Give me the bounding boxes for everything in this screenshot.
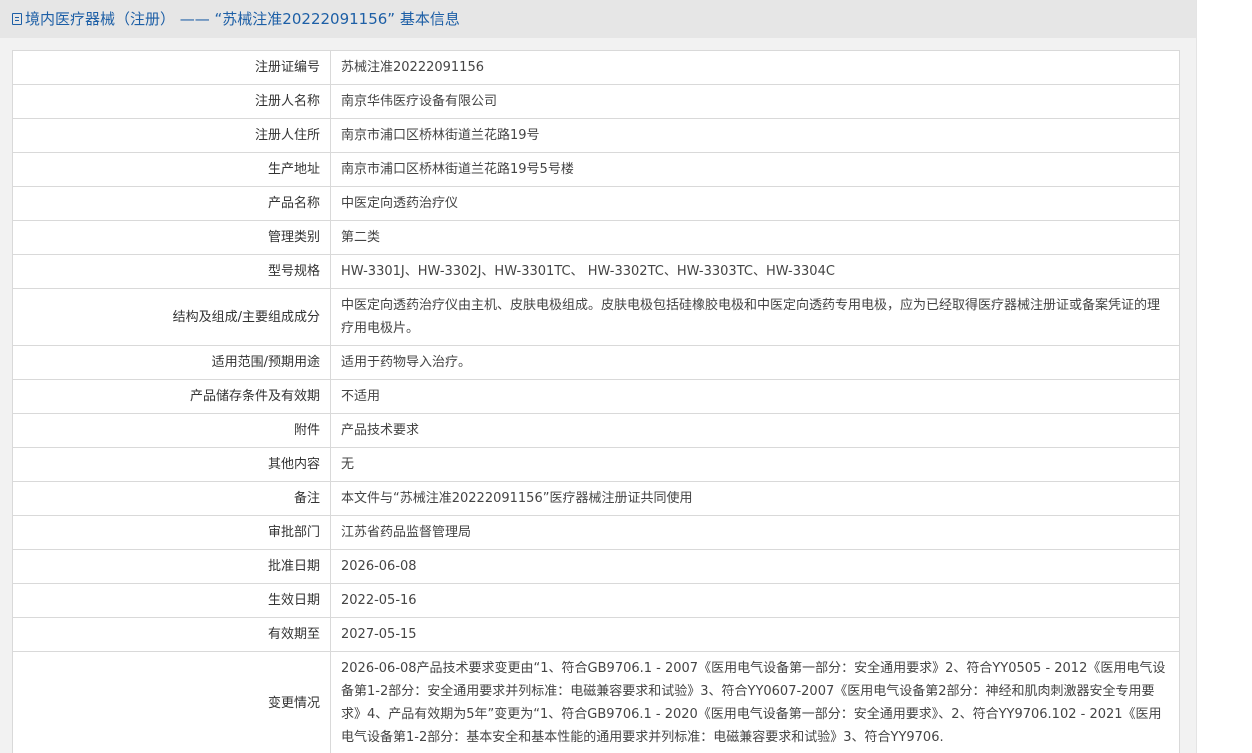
- row-value: 无: [330, 447, 1180, 482]
- table-row: 产品储存条件及有效期 不适用: [12, 379, 1180, 414]
- table-row: 注册人名称 南京华伟医疗设备有限公司: [12, 84, 1180, 119]
- row-value: 2026-06-08产品技术要求变更由“1、符合GB9706.1 - 2007《…: [330, 651, 1180, 753]
- table-row: 管理类别 第二类: [12, 220, 1180, 255]
- page-header: 境内医疗器械（注册） —— “苏械注准20222091156” 基本信息: [0, 0, 1196, 38]
- row-value: 2022-05-16: [330, 583, 1180, 618]
- table-row: 结构及组成/主要组成成分 中医定向透药治疗仪由主机、皮肤电极组成。皮肤电极包括硅…: [12, 288, 1180, 346]
- table-row: 批准日期 2026-06-08: [12, 549, 1180, 584]
- row-value: 中医定向透药治疗仪: [330, 186, 1180, 221]
- row-value: 南京市浦口区桥林街道兰花路19号5号楼: [330, 152, 1180, 187]
- row-label: 附件: [12, 413, 331, 448]
- table-row: 生产地址 南京市浦口区桥林街道兰花路19号5号楼: [12, 152, 1180, 187]
- row-value: 适用于药物导入治疗。: [330, 345, 1180, 380]
- row-label: 注册证编号: [12, 50, 331, 85]
- table-row: 生效日期 2022-05-16: [12, 583, 1180, 618]
- table-row: 型号规格 HW-3301J、HW-3302J、HW-3301TC、 HW-330…: [12, 254, 1180, 289]
- row-label: 型号规格: [12, 254, 331, 289]
- row-value: 苏械注准20222091156: [330, 50, 1180, 85]
- row-label: 注册人名称: [12, 84, 331, 119]
- table-row: 注册证编号 苏械注准20222091156: [12, 50, 1180, 85]
- row-value: 2027-05-15: [330, 617, 1180, 652]
- row-value: 第二类: [330, 220, 1180, 255]
- row-label: 变更情况: [12, 651, 331, 753]
- table-row: 注册人住所 南京市浦口区桥林街道兰花路19号: [12, 118, 1180, 153]
- table-row: 审批部门 江苏省药品监督管理局: [12, 515, 1180, 550]
- row-label: 管理类别: [12, 220, 331, 255]
- row-label: 生效日期: [12, 583, 331, 618]
- row-value: 产品技术要求: [330, 413, 1180, 448]
- table-row: 有效期至 2027-05-15: [12, 617, 1180, 652]
- row-label: 结构及组成/主要组成成分: [12, 288, 331, 346]
- page-title: 境内医疗器械（注册） —— “苏械注准20222091156” 基本信息: [25, 10, 460, 28]
- row-value: 本文件与“苏械注准20222091156”医疗器械注册证共同使用: [330, 481, 1180, 516]
- row-value: 南京华伟医疗设备有限公司: [330, 84, 1180, 119]
- row-label: 审批部门: [12, 515, 331, 550]
- row-label: 批准日期: [12, 549, 331, 584]
- row-label: 生产地址: [12, 152, 331, 187]
- row-value: 2026-06-08: [330, 549, 1180, 584]
- table-row: 产品名称 中医定向透药治疗仪: [12, 186, 1180, 221]
- row-value: 中医定向透药治疗仪由主机、皮肤电极组成。皮肤电极包括硅橡胶电极和中医定向透药专用…: [330, 288, 1180, 346]
- row-value: HW-3301J、HW-3302J、HW-3301TC、 HW-3302TC、H…: [330, 254, 1180, 289]
- row-label: 其他内容: [12, 447, 331, 482]
- row-label: 适用范围/预期用途: [12, 345, 331, 380]
- row-label: 有效期至: [12, 617, 331, 652]
- row-label: 备注: [12, 481, 331, 516]
- row-value: 不适用: [330, 379, 1180, 414]
- info-table: 注册证编号 苏械注准20222091156 注册人名称 南京华伟医疗设备有限公司…: [12, 50, 1180, 753]
- table-row: 附件 产品技术要求: [12, 413, 1180, 448]
- table-row: 备注 本文件与“苏械注准20222091156”医疗器械注册证共同使用: [12, 481, 1180, 516]
- document-icon: [12, 13, 22, 25]
- row-value: 南京市浦口区桥林街道兰花路19号: [330, 118, 1180, 153]
- row-label: 产品名称: [12, 186, 331, 221]
- table-row: 适用范围/预期用途 适用于药物导入治疗。: [12, 345, 1180, 380]
- row-label: 注册人住所: [12, 118, 331, 153]
- row-value: 江苏省药品监督管理局: [330, 515, 1180, 550]
- table-row: 其他内容 无: [12, 447, 1180, 482]
- row-label: 产品储存条件及有效期: [12, 379, 331, 414]
- table-row: 变更情况 2026-06-08产品技术要求变更由“1、符合GB9706.1 - …: [12, 651, 1180, 753]
- detail-panel: 境内医疗器械（注册） —— “苏械注准20222091156” 基本信息 注册证…: [0, 0, 1197, 753]
